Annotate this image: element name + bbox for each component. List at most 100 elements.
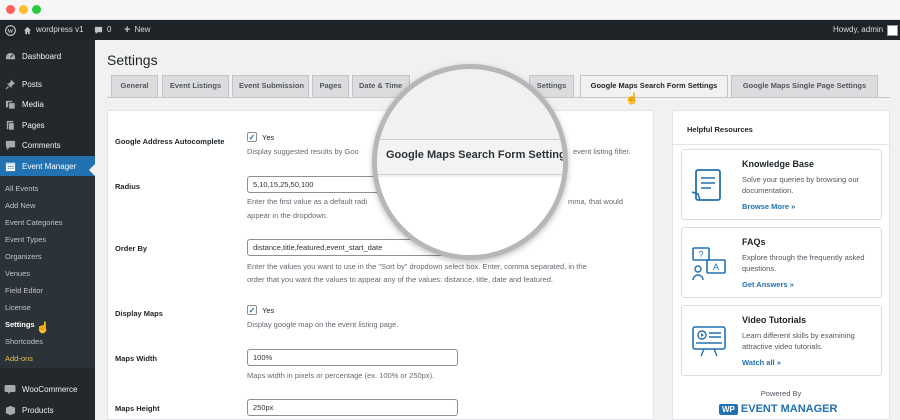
submenu-add-ons[interactable]: Add-ons: [5, 354, 33, 363]
sidebar-label-pages: Pages: [22, 120, 45, 130]
tab-general[interactable]: General: [111, 75, 158, 97]
sidebar-item-posts[interactable]: Posts: [0, 76, 95, 92]
maximize-window-button[interactable]: [32, 5, 41, 14]
autocomplete-option-label: Yes: [262, 133, 275, 142]
submenu-settings[interactable]: Settings: [5, 320, 35, 329]
site-name-link[interactable]: wordpress v1: [23, 20, 84, 40]
sidebar-item-dashboard[interactable]: Dashboard: [0, 48, 95, 64]
tab-google-maps-single-page[interactable]: Google Maps Single Page Settings: [731, 75, 878, 97]
page-icon: [4, 119, 16, 131]
order-by-description-line2: order that you want the values to appear…: [247, 275, 554, 284]
sidebar-item-products[interactable]: Products: [0, 402, 95, 418]
submenu-organizers[interactable]: Organizers: [5, 252, 42, 261]
powered-by-label: Powered By: [760, 389, 802, 398]
magnified-tab-label: Google Maps Search Form Settings: [386, 149, 568, 161]
account-link[interactable]: Howdy, admin: [833, 20, 899, 40]
radius-description-left: Enter the first value as a default radi: [247, 197, 368, 206]
video-tutorials-description: Learn different skills by examining attr…: [742, 331, 855, 351]
sidebar-label-woocommerce: WooCommerce: [22, 384, 78, 394]
plus-icon: +: [124, 24, 131, 36]
autocomplete-description-left: Display suggested results by Goo: [247, 147, 359, 156]
comments-count: 0: [107, 25, 112, 34]
comment-icon: [94, 26, 103, 34]
maps-width-input[interactable]: [247, 349, 458, 366]
maps-height-input[interactable]: [247, 399, 458, 416]
submenu-event-types[interactable]: Event Types: [5, 235, 46, 244]
sidebar-item-woocommerce[interactable]: WooCommerce: [0, 381, 95, 397]
pin-icon: [4, 78, 16, 90]
faqs-title: FAQs: [742, 237, 766, 247]
label-maps-height: Maps Height: [115, 404, 160, 413]
submenu-add-new[interactable]: Add New: [5, 201, 35, 210]
knowledge-base-card: Knowledge Base Solve your queries by bro…: [681, 149, 882, 220]
sidebar-label-posts: Posts: [22, 79, 43, 89]
avatar: [887, 24, 899, 36]
logo-wp-mark: WP: [719, 403, 738, 415]
tab-event-submission[interactable]: Event Submission: [232, 75, 309, 97]
minimize-window-button[interactable]: [19, 5, 28, 14]
home-icon: [23, 26, 32, 34]
helpful-resources-panel: Helpful Resources Knowledge Base Solve y…: [672, 110, 890, 420]
sidebar-label-event-manager: Event Manager: [22, 161, 77, 171]
products-icon: [4, 404, 16, 416]
svg-text:?: ?: [698, 250, 703, 260]
media-icon: [4, 98, 16, 110]
submenu-field-editor[interactable]: Field Editor: [5, 286, 43, 295]
display-maps-option-label: Yes: [262, 306, 275, 315]
label-google-address-autocomplete: Google Address Autocomplete: [115, 137, 225, 146]
hand-cursor-icon: ☝: [36, 322, 50, 334]
comments-link[interactable]: 0: [94, 20, 111, 40]
admin-bar: W wordpress v1 0 + New Howdy, admin: [0, 20, 900, 40]
knowledge-base-title: Knowledge Base: [742, 159, 815, 169]
tab-pages[interactable]: Pages: [312, 75, 349, 97]
submenu-all-events[interactable]: All Events: [5, 184, 38, 193]
sidebar-item-pages[interactable]: Pages: [0, 117, 95, 133]
wordpress-logo-icon[interactable]: W: [5, 20, 16, 40]
sidebar-label-media: Media: [22, 99, 44, 109]
checkbox-display-maps[interactable]: ✓: [247, 305, 257, 315]
browse-more-link[interactable]: Browse More »: [742, 202, 795, 211]
logo-text: EVENT MANAGER: [740, 403, 838, 415]
video-tutorials-card: Video Tutorials Learn different skills b…: [681, 305, 882, 376]
window-titlebar: [0, 0, 900, 20]
sidebar-item-media[interactable]: Media: [0, 96, 95, 112]
svg-text:W: W: [7, 27, 14, 34]
autocomplete-description-right: event listing filter.: [573, 147, 631, 156]
radius-input[interactable]: [247, 176, 387, 193]
submenu-venues[interactable]: Venues: [5, 269, 30, 278]
label-radius: Radius: [115, 182, 141, 191]
sidebar-item-event-manager[interactable]: Event Manager: [0, 156, 95, 176]
calendar-icon: [4, 160, 16, 172]
new-content-link[interactable]: + New: [124, 20, 150, 40]
new-label: New: [134, 25, 151, 34]
wp-event-manager-logo[interactable]: WP EVENT MANAGER: [719, 403, 837, 415]
sidebar-item-comments[interactable]: Comments: [0, 137, 95, 153]
tab-event-listings[interactable]: Event Listings: [162, 75, 229, 97]
checkbox-autocomplete[interactable]: ✓: [247, 132, 257, 142]
faqs-card: ? A FAQs Explore through the frequently a…: [681, 227, 882, 298]
maps-width-description: Maps width in pixels or percentage (ex. …: [247, 371, 435, 380]
watch-all-link[interactable]: Watch all »: [742, 358, 781, 367]
hand-cursor-icon: ☝: [625, 93, 639, 105]
label-order-by: Order By: [115, 244, 148, 253]
current-menu-arrow: [89, 164, 95, 176]
close-window-button[interactable]: [6, 5, 15, 14]
woo-icon: [4, 383, 16, 395]
faqs-description: Explore through the frequently asked que…: [742, 253, 865, 273]
get-answers-link[interactable]: Get Answers »: [742, 280, 794, 289]
howdy-label: Howdy, admin: [833, 25, 884, 34]
site-name-label: wordpress v1: [36, 25, 84, 34]
faq-icon: ?A: [692, 247, 726, 281]
document-icon: [691, 169, 721, 201]
submenu-license[interactable]: License: [5, 303, 31, 312]
video-tutorials-title: Video Tutorials: [742, 315, 807, 325]
tab-google-maps-search-form[interactable]: Google Maps Search Form Settings: [580, 75, 728, 98]
label-maps-width: Maps Width: [115, 354, 158, 363]
sidebar-label-dashboard: Dashboard: [22, 51, 62, 61]
submenu-event-categories[interactable]: Event Categories: [5, 218, 63, 227]
sidebar-label-comments: Comments: [22, 140, 61, 150]
submenu-shortcodes[interactable]: Shortcodes: [5, 337, 43, 346]
knowledge-base-description: Solve your queries by browsing our docum…: [742, 175, 860, 195]
magnifier-callout: Google Maps Search Form Settings: [372, 64, 568, 260]
admin-sidebar: Dashboard Posts Media Pages Comments Eve…: [0, 40, 95, 420]
